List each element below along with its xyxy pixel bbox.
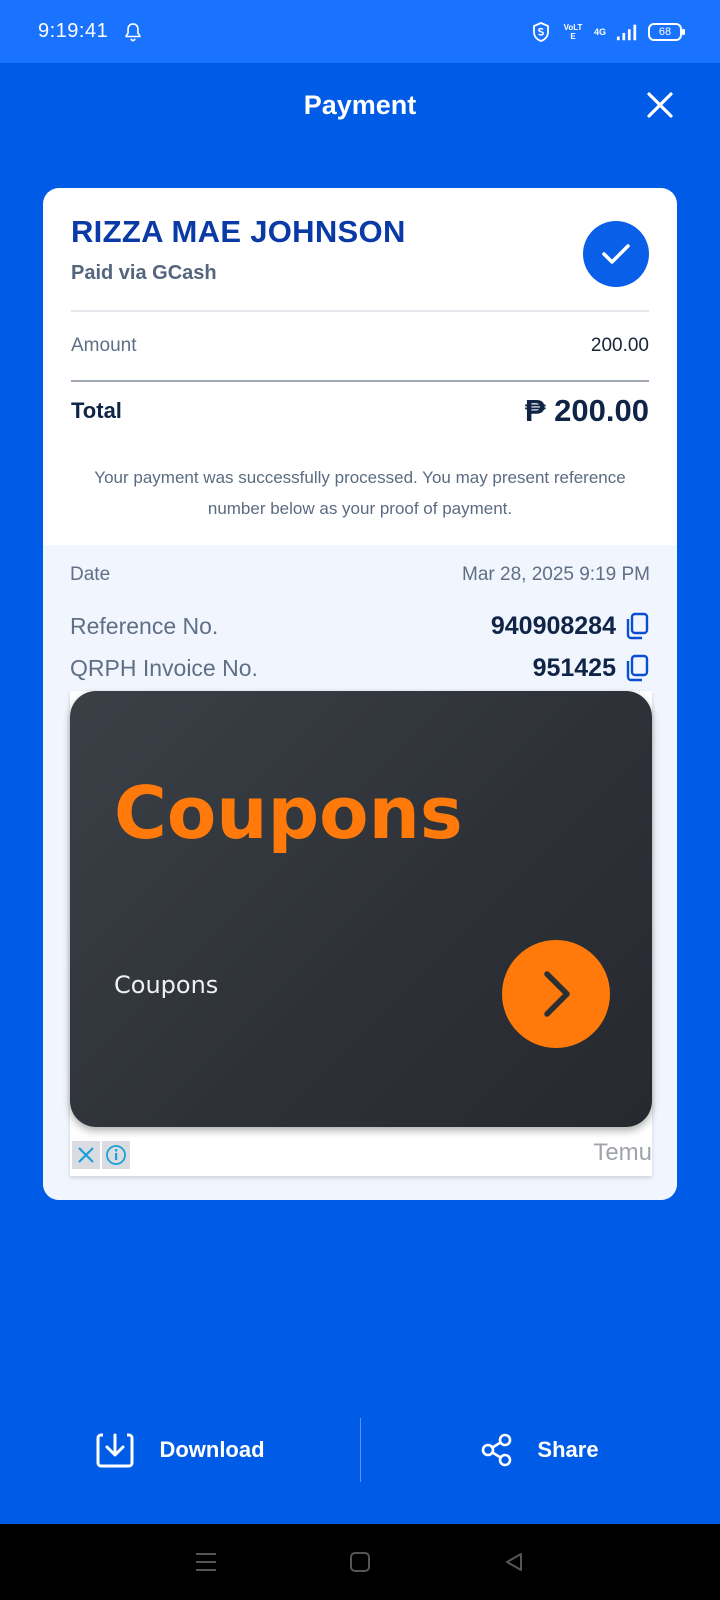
status-bar: 9:19:41 VoLTE 4G 68	[0, 0, 720, 63]
battery-icon: 68	[648, 22, 685, 41]
header: Payment	[0, 63, 720, 147]
success-note: Your payment was successfully processed.…	[94, 468, 626, 518]
volte-indicator: VoLTE	[563, 22, 583, 41]
total-value: ₱ 200.00	[524, 393, 649, 428]
ad-subtext: Coupons	[114, 971, 219, 999]
date-row: Date Mar 28, 2025 9:19 PM	[70, 545, 650, 605]
chevron-right-icon	[544, 971, 570, 1017]
network-type: 4G	[593, 26, 606, 37]
copy-reference-icon[interactable]	[624, 612, 650, 640]
signal-icon	[616, 24, 637, 40]
download-label: Download	[159, 1437, 265, 1462]
status-icons: VoLTE 4G 68	[530, 21, 685, 43]
amount-value: 200.00	[590, 335, 649, 356]
invoice-value: 951425	[532, 653, 616, 682]
payee-name: RIZZA MAE JOHNSON	[71, 214, 406, 249]
ad-cta-button[interactable]	[502, 940, 610, 1048]
download-button[interactable]: Download	[0, 1431, 360, 1469]
ad-brand: Temu	[593, 1139, 652, 1166]
share-label: Share	[537, 1437, 599, 1462]
battery-level: 68	[658, 25, 672, 38]
shield-icon	[533, 21, 549, 42]
status-time: 9:19:41	[38, 20, 109, 42]
home-nav-icon[interactable]	[342, 1544, 378, 1580]
reference-label: Reference No.	[70, 612, 219, 639]
menu-nav-icon[interactable]	[188, 1544, 224, 1580]
ad-info-icon[interactable]	[102, 1141, 130, 1169]
reference-value: 940908284	[490, 611, 616, 640]
reference-row: Reference No. 940908284	[70, 605, 650, 647]
amount-row: Amount 200.00	[71, 312, 649, 382]
total-label: Total	[71, 398, 122, 423]
ad-container[interactable]: Coupons Coupons Temu	[70, 691, 652, 1176]
receipt-card: RIZZA MAE JOHNSON Paid via GCash Amount …	[43, 188, 677, 1200]
transaction-details: Date Mar 28, 2025 9:19 PM Reference No. …	[43, 545, 677, 1200]
amount-label: Amount	[71, 335, 137, 356]
bottom-action-bar: Download Share	[0, 1410, 720, 1490]
ad-controls	[72, 1141, 130, 1169]
date-value: Mar 28, 2025 9:19 PM	[462, 564, 650, 585]
download-icon	[96, 1433, 134, 1468]
notification-bell-icon	[125, 22, 141, 41]
ad-close-icon[interactable]	[72, 1141, 100, 1169]
invoice-label: QRPH Invoice No.	[70, 654, 258, 681]
copy-invoice-icon[interactable]	[624, 654, 650, 682]
total-row: Total ₱ 200.00	[71, 382, 649, 440]
success-check-icon	[583, 221, 649, 287]
page-title: Payment	[303, 89, 417, 120]
ad-headline: Coupons	[114, 771, 463, 855]
system-nav-bar	[0, 1524, 720, 1600]
close-icon[interactable]	[644, 89, 676, 121]
action-divider	[360, 1418, 361, 1482]
date-label: Date	[70, 564, 111, 585]
ad-banner[interactable]: Coupons Coupons	[70, 691, 652, 1127]
invoice-row: QRPH Invoice No. 951425	[70, 647, 650, 689]
share-button[interactable]: Share	[360, 1433, 720, 1467]
share-icon	[482, 1433, 512, 1467]
payment-method: Paid via GCash	[71, 262, 217, 284]
back-nav-icon[interactable]	[496, 1544, 532, 1580]
